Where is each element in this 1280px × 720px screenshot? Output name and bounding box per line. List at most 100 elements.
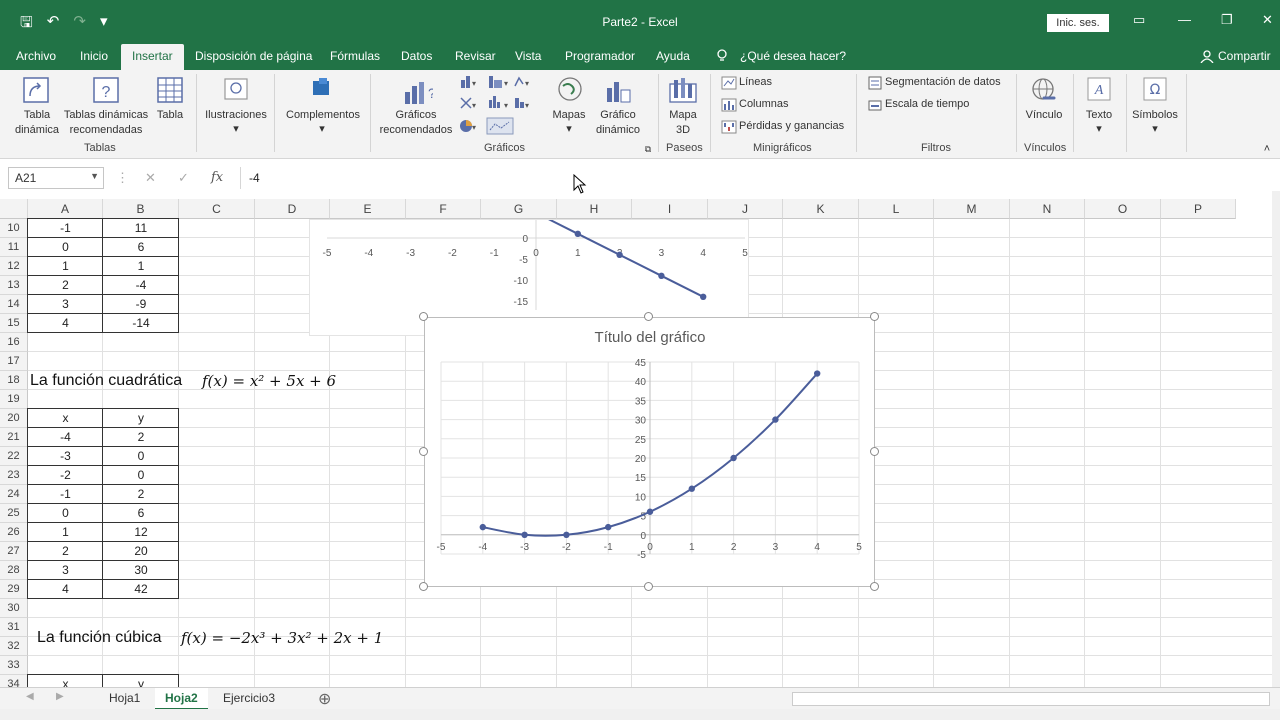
table-cell[interactable]: 6 xyxy=(103,504,179,523)
sheet-tab-hoja1[interactable]: Hoja1 xyxy=(99,688,150,710)
table-cell[interactable]: -4 xyxy=(103,276,179,295)
table-cell[interactable]: 11 xyxy=(103,219,179,238)
enter-check-icon[interactable]: ✓ xyxy=(178,170,189,186)
insert-function-button[interactable]: fx xyxy=(211,170,223,185)
cancel-icon[interactable]: ✕ xyxy=(145,170,156,186)
row-header[interactable]: 13 xyxy=(0,276,28,295)
table-cell[interactable]: -14 xyxy=(103,314,179,333)
select-all-corner[interactable] xyxy=(0,199,28,219)
column-header[interactable]: A xyxy=(28,199,103,219)
3d-map-button[interactable]: Mapa 3D xyxy=(664,108,702,138)
resize-handle[interactable] xyxy=(870,447,879,456)
row-header[interactable]: 16 xyxy=(0,333,28,352)
name-box[interactable]: A21 ▼ xyxy=(8,167,104,189)
link-button[interactable]: Vínculo xyxy=(1023,108,1065,123)
column-header[interactable]: P xyxy=(1161,199,1236,219)
row-header[interactable]: 17 xyxy=(0,352,28,371)
horizontal-scrollbar[interactable] xyxy=(792,692,1270,706)
column-header[interactable]: G xyxy=(481,199,557,219)
table-cell[interactable]: 42 xyxy=(103,580,179,599)
row-header[interactable]: 31 xyxy=(0,618,28,637)
table-cell[interactable]: y xyxy=(103,675,179,687)
table-cell[interactable]: 1 xyxy=(103,257,179,276)
table-cell[interactable]: -9 xyxy=(103,295,179,314)
table-button[interactable]: Tabla xyxy=(153,108,187,123)
illustrations-button[interactable]: Ilustraciones xyxy=(203,108,269,123)
table-cell[interactable]: -1 xyxy=(28,485,103,504)
row-header[interactable]: 34 xyxy=(0,675,28,687)
table-cell[interactable]: -4 xyxy=(28,428,103,447)
column-header[interactable]: D xyxy=(255,199,330,219)
ribbon-display-icon[interactable]: ▭ xyxy=(1133,12,1145,28)
table-cell[interactable]: y xyxy=(103,409,179,428)
sparkline-winloss-button[interactable]: Pérdidas y ganancias xyxy=(739,120,844,132)
slicer-button[interactable]: Segmentación de datos xyxy=(885,76,1001,88)
table-cell[interactable]: 6 xyxy=(103,238,179,257)
vertical-scrollbar[interactable] xyxy=(1272,191,1280,687)
tab-programador[interactable]: Programador xyxy=(565,49,635,63)
timeline-button[interactable]: Escala de tiempo xyxy=(885,98,969,110)
text-button[interactable]: Texto xyxy=(1082,108,1116,123)
table-cell[interactable]: 0 xyxy=(28,238,103,257)
row-header[interactable]: 23 xyxy=(0,466,28,485)
row-header[interactable]: 19 xyxy=(0,390,28,409)
tab-archivo[interactable]: Archivo xyxy=(16,49,56,63)
close-icon[interactable]: ✕ xyxy=(1262,12,1273,28)
row-header[interactable]: 18 xyxy=(0,371,28,390)
table-cell[interactable]: 1 xyxy=(28,523,103,542)
table-cell[interactable]: 0 xyxy=(103,447,179,466)
resize-handle[interactable] xyxy=(870,582,879,591)
row-header[interactable]: 20 xyxy=(0,409,28,428)
pivot-chart-button[interactable]: Gráfico dinámico xyxy=(588,108,648,138)
table-cell[interactable]: x xyxy=(28,675,103,687)
next-sheet-icon[interactable]: ▶ xyxy=(56,691,64,702)
tab-inicio[interactable]: Inicio xyxy=(80,49,108,63)
table-cell[interactable]: 0 xyxy=(28,504,103,523)
column-header[interactable]: E xyxy=(330,199,406,219)
maps-button[interactable]: Mapas xyxy=(549,108,589,123)
sheet-tab-hoja2[interactable]: Hoja2 xyxy=(155,688,208,710)
sign-in-button[interactable]: Inic. ses. xyxy=(1047,14,1109,32)
chevron-down-icon[interactable]: ▼ xyxy=(90,171,99,181)
recommended-charts-button[interactable]: Gráficos recomendados xyxy=(377,108,455,138)
resize-handle[interactable] xyxy=(419,312,428,321)
sparkline-lines-button[interactable]: Líneas xyxy=(739,76,772,88)
column-header[interactable]: L xyxy=(859,199,934,219)
table-cell[interactable]: -3 xyxy=(28,447,103,466)
sheet-tab-ejercicio3[interactable]: Ejercicio3 xyxy=(213,688,285,710)
row-header[interactable]: 25 xyxy=(0,504,28,523)
table-cell[interactable]: 2 xyxy=(28,542,103,561)
resize-handle[interactable] xyxy=(644,312,653,321)
table-cell[interactable]: 2 xyxy=(28,276,103,295)
table-cell[interactable]: 12 xyxy=(103,523,179,542)
column-header[interactable]: O xyxy=(1085,199,1161,219)
column-header[interactable]: K xyxy=(783,199,859,219)
collapse-ribbon-icon[interactable]: ˄ xyxy=(1262,142,1272,157)
resize-handle[interactable] xyxy=(419,447,428,456)
table-cell[interactable]: 2 xyxy=(103,485,179,504)
row-header[interactable]: 10 xyxy=(0,219,28,238)
table-cell[interactable]: 20 xyxy=(103,542,179,561)
formula-input[interactable]: -4 xyxy=(240,167,1270,189)
recommended-pivot-button[interactable]: Tablas dinámicas recomendadas xyxy=(62,108,150,138)
pivot-table-button[interactable]: Tabla dinámica xyxy=(10,108,64,138)
column-header[interactable]: I xyxy=(632,199,708,219)
table-cell[interactable]: x xyxy=(28,409,103,428)
table-cell[interactable]: -1 xyxy=(28,219,103,238)
sparkline-columns-button[interactable]: Columnas xyxy=(739,98,789,110)
tab-formulas[interactable]: Fórmulas xyxy=(330,49,380,63)
table-cell[interactable]: 3 xyxy=(28,295,103,314)
table-cell[interactable]: 30 xyxy=(103,561,179,580)
add-sheet-icon[interactable]: ⊕ xyxy=(318,689,331,709)
row-header[interactable]: 26 xyxy=(0,523,28,542)
row-header[interactable]: 22 xyxy=(0,447,28,466)
row-header[interactable]: 24 xyxy=(0,485,28,504)
quadratic-chart[interactable]: Título del gráfico 45 40 35 30 25 20 15 10 5 0 -5 -5… xyxy=(424,317,875,587)
resize-handle[interactable] xyxy=(644,582,653,591)
column-header[interactable]: B xyxy=(103,199,179,219)
row-header[interactable]: 30 xyxy=(0,599,28,618)
minimize-icon[interactable]: — xyxy=(1178,12,1191,27)
tab-revisar[interactable]: Revisar xyxy=(455,49,496,63)
maximize-icon[interactable]: ❐ xyxy=(1221,12,1233,28)
column-header[interactable]: J xyxy=(708,199,783,219)
